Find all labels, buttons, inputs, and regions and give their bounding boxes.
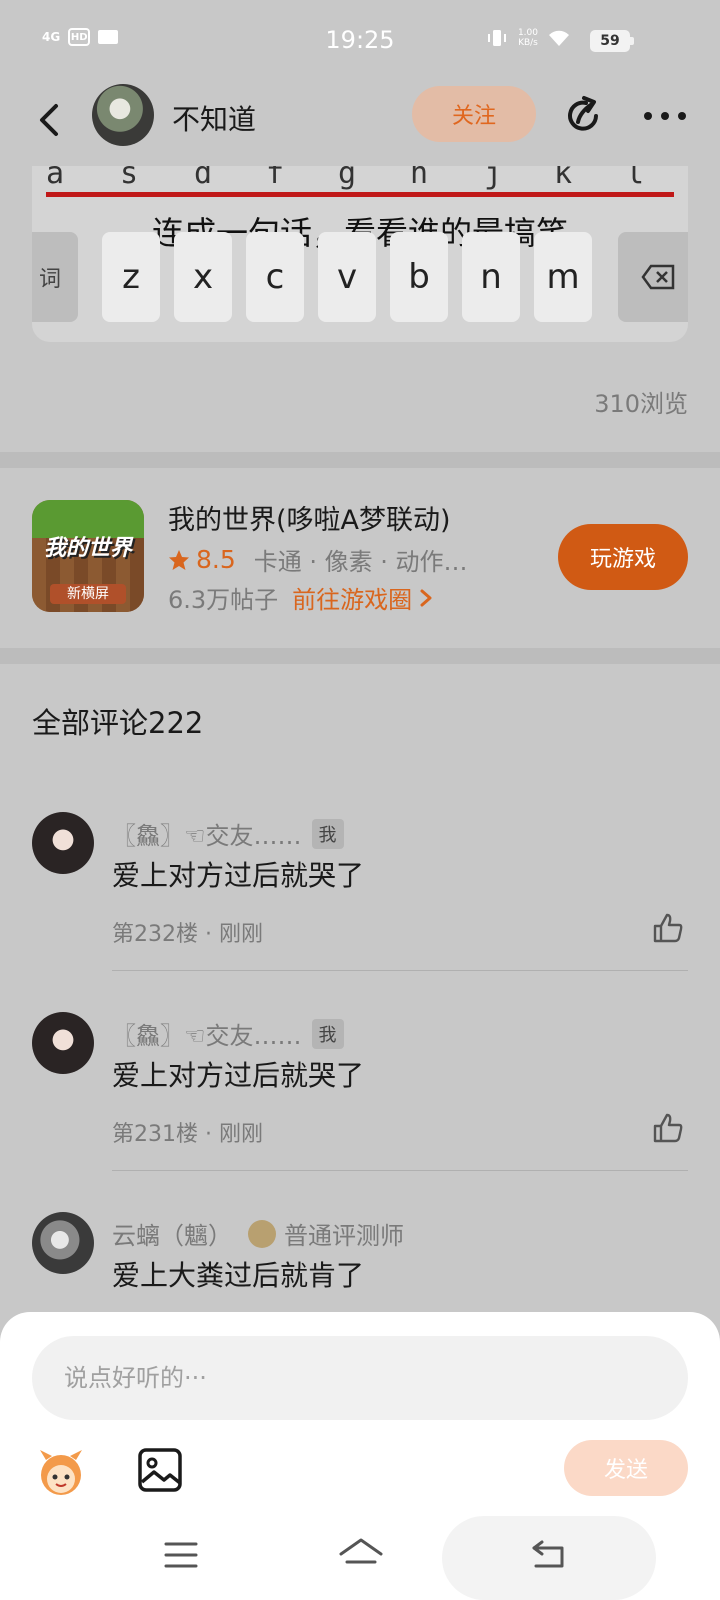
back-nav-icon[interactable] bbox=[530, 1538, 566, 1570]
key-letter: n bbox=[462, 232, 520, 322]
key-letter: v bbox=[318, 232, 376, 322]
comments-header: 全部评论222 bbox=[32, 706, 204, 740]
vibrate-icon bbox=[487, 30, 506, 46]
game-rating: 8.5 bbox=[196, 545, 236, 574]
status-bar: 4G HD 19:25 1.00 KB/s 59 bbox=[0, 0, 720, 80]
image-upload-icon[interactable] bbox=[136, 1446, 184, 1494]
game-posts-row: 6.3万帖子 前往游戏圈 bbox=[168, 580, 434, 615]
speed-unit: KB/s bbox=[518, 38, 538, 48]
game-icon[interactable]: 我的世界 新横屏 bbox=[32, 500, 144, 612]
commenter-name[interactable]: 〖鱻〗☜交友…… bbox=[112, 1016, 302, 1051]
key-letter: j bbox=[484, 166, 503, 191]
author-avatar[interactable] bbox=[92, 84, 154, 146]
comment-text: 爱上大粪过后就肯了 bbox=[112, 1259, 365, 1292]
key-letter: s bbox=[120, 166, 139, 191]
game-icon-subtitle: 新横屏 bbox=[50, 584, 126, 604]
follow-button[interactable]: 关注 bbox=[412, 86, 536, 142]
thumbs-up-icon[interactable] bbox=[652, 912, 684, 944]
me-badge: 我 bbox=[311, 818, 344, 849]
status-right: 1.00 KB/s bbox=[486, 28, 570, 48]
backspace-icon bbox=[641, 264, 675, 290]
comment-text: 爱上对方过后就哭了 bbox=[112, 1059, 365, 1092]
commenter-avatar[interactable] bbox=[32, 1212, 94, 1274]
chevron-right-icon[interactable] bbox=[418, 588, 434, 608]
section-divider bbox=[0, 452, 720, 468]
key-letter: b bbox=[390, 232, 448, 322]
key-letter: k bbox=[554, 166, 573, 191]
comment-item[interactable]: 〖鱻〗☜交友…… 我 爱上对方过后就哭了 第231楼 · 刚刚 bbox=[0, 1000, 720, 1196]
menu-icon[interactable] bbox=[164, 1540, 198, 1570]
key-letter: h bbox=[410, 166, 429, 191]
key-letter: f bbox=[266, 166, 285, 191]
share-icon[interactable] bbox=[562, 94, 606, 138]
battery-tip bbox=[630, 37, 634, 45]
speed-value: 1.00 bbox=[517, 28, 538, 38]
reviewer-badge-icon bbox=[248, 1219, 276, 1248]
system-nav-bar bbox=[0, 1516, 720, 1600]
key-letter: a bbox=[46, 166, 65, 191]
thumbs-up-icon[interactable] bbox=[652, 1112, 684, 1144]
comment-separator bbox=[112, 970, 688, 971]
game-circle-link[interactable]: 前往游戏圈 bbox=[292, 580, 412, 615]
side-key: 词 bbox=[32, 232, 78, 322]
key-letter: x bbox=[174, 232, 232, 322]
key-letter: c bbox=[246, 232, 304, 322]
author-name[interactable]: 不知道 bbox=[172, 98, 256, 138]
key-letter: z bbox=[102, 232, 160, 322]
commenter-name[interactable]: 云螭（魑） bbox=[112, 1216, 232, 1251]
emoji-sticker-icon[interactable] bbox=[32, 1446, 90, 1498]
comment-input[interactable] bbox=[32, 1336, 688, 1420]
play-game-button[interactable]: 玩游戏 bbox=[558, 524, 688, 590]
more-options-icon[interactable] bbox=[640, 94, 690, 138]
commenter-avatar[interactable] bbox=[32, 1012, 94, 1074]
comment-meta: 第231楼 · 刚刚 bbox=[112, 1122, 263, 1147]
keyboard-top-row: a s d f g h j k l bbox=[32, 166, 688, 192]
battery-indicator: 59 bbox=[590, 30, 630, 52]
reviewer-title: 普通评测师 bbox=[284, 1222, 404, 1250]
backspace-key bbox=[618, 232, 688, 322]
red-underline bbox=[46, 192, 674, 197]
key-letter: g bbox=[338, 166, 357, 191]
comment-item[interactable]: 〖鱻〗☜交友…… 我 爱上对方过后就哭了 第232楼 · 刚刚 bbox=[0, 800, 720, 996]
comment-separator bbox=[112, 1170, 688, 1171]
home-icon[interactable] bbox=[338, 1536, 384, 1572]
key-letter: d bbox=[194, 166, 213, 191]
post-image[interactable]: a s d f g h j k l 连成一句话，看看谁的最搞笑 词 z x c … bbox=[32, 166, 688, 342]
commenter-name-row: 〖鱻〗☜交友…… 我 bbox=[112, 816, 344, 851]
star-icon bbox=[169, 549, 189, 570]
game-title[interactable]: 我的世界(哆啦A梦联动) bbox=[168, 498, 451, 537]
back-arrow-icon[interactable] bbox=[30, 98, 70, 142]
game-post-count: 6.3万帖子 bbox=[168, 586, 279, 614]
view-count: 310浏览 bbox=[594, 390, 688, 418]
wifi-icon bbox=[549, 30, 569, 46]
game-icon-title: 我的世界 bbox=[43, 536, 132, 561]
comment-meta: 第232楼 · 刚刚 bbox=[112, 922, 263, 947]
game-tags: 卡通 · 像素 · 动作… bbox=[253, 548, 468, 576]
section-divider bbox=[0, 648, 720, 664]
network-speed: 1.00 KB/s bbox=[518, 28, 538, 48]
comment-text: 爱上对方过后就哭了 bbox=[112, 859, 365, 892]
game-rating-row: 8.5 卡通 · 像素 · 动作… bbox=[168, 542, 468, 577]
key-letter: m bbox=[534, 232, 592, 322]
post-header: 不知道 关注 bbox=[0, 80, 720, 164]
commenter-avatar[interactable] bbox=[32, 812, 94, 874]
game-card[interactable]: 我的世界 新横屏 我的世界(哆啦A梦联动) 8.5 卡通 · 像素 · 动作… … bbox=[0, 468, 720, 648]
commenter-name-row: 〖鱻〗☜交友…… 我 bbox=[112, 1016, 344, 1051]
commenter-name[interactable]: 〖鱻〗☜交友…… bbox=[112, 816, 302, 851]
commenter-name-row: 云螭（魑） 普通评测师 bbox=[112, 1216, 404, 1251]
send-button[interactable]: 发送 bbox=[564, 1440, 688, 1496]
key-letter: l bbox=[626, 166, 645, 191]
me-badge: 我 bbox=[311, 1018, 344, 1049]
